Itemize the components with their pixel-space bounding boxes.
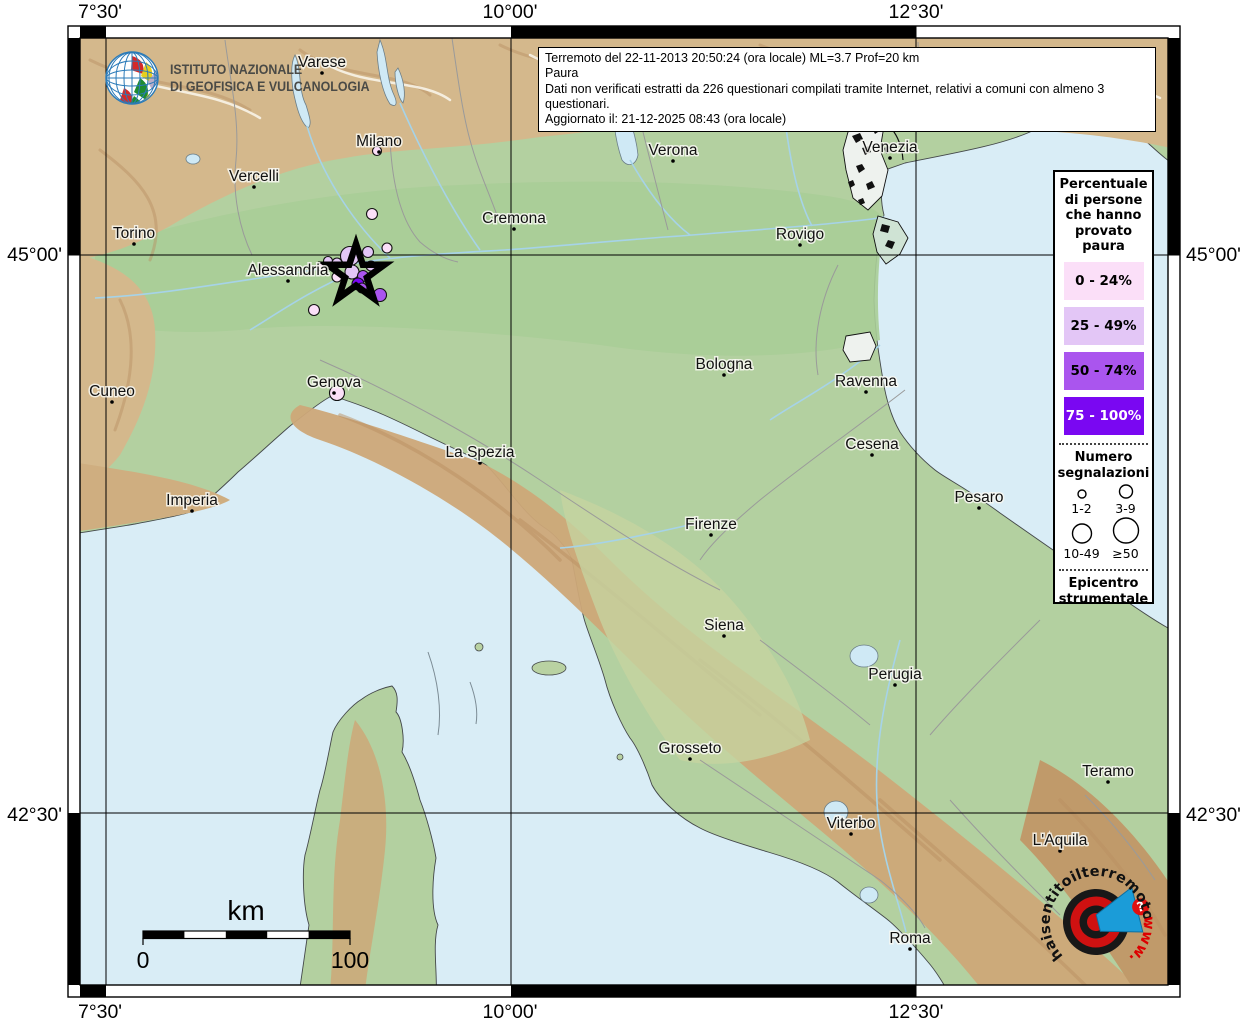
city-label: Bologna — [696, 356, 753, 373]
city-marker — [849, 832, 853, 836]
city-label: Milano — [356, 133, 402, 150]
city-marker — [722, 373, 726, 377]
left-lat-label-1: 45°00' — [2, 244, 62, 267]
legend-panel: Percentualedi personeche hannoprovatopau… — [1053, 170, 1154, 604]
legend-divider — [1059, 569, 1148, 571]
city-marker — [110, 400, 114, 404]
city-marker — [377, 150, 381, 154]
legend-fear-title: Percentualedi personeche hannoprovatopau… — [1059, 177, 1147, 255]
city-label: Siena — [704, 617, 744, 634]
city-marker — [888, 156, 892, 160]
legend-reports-title: Numerosegnalazioni — [1058, 450, 1150, 481]
right-lat-label-1: 45°00' — [1186, 244, 1241, 267]
legend-size-label: 10-49 — [1063, 546, 1099, 561]
city-marker — [286, 279, 290, 283]
city-marker — [709, 533, 713, 537]
legend-report-sizes: 1-2 3-9 10-49 ≥50 — [1060, 483, 1148, 561]
city-label: Alessandria — [248, 262, 329, 279]
city-label: La Spezia — [446, 444, 515, 461]
scale-unit-label: km — [227, 895, 264, 926]
event-data-line: Dati non verificati estratti da 226 ques… — [545, 82, 1149, 113]
legend-size-label: 3-9 — [1115, 501, 1135, 516]
city-label: Perugia — [868, 666, 922, 683]
city-label: Viterbo — [827, 815, 876, 832]
top-lon-label-3: 12°30' — [889, 1, 944, 24]
city-label: Teramo — [1082, 763, 1134, 780]
city-marker — [864, 390, 868, 394]
elba-island — [532, 661, 566, 675]
legend-size-label: 1-2 — [1071, 501, 1091, 516]
left-lat-label-2: 42°30' — [2, 804, 62, 827]
legend-divider — [1059, 443, 1148, 445]
scale-start-label: 0 — [137, 947, 150, 973]
legend-size-circle — [1113, 518, 1138, 543]
ingv-name-line2: DI GEOFISICA E VULCANOLOGIA — [170, 79, 370, 95]
fear-point — [363, 247, 374, 258]
event-title-line: Terremoto del 22-11-2013 20:50:24 (ora l… — [545, 51, 1149, 66]
city-marker — [870, 453, 874, 457]
legend-size-label: ≥50 — [1112, 546, 1138, 561]
city-label: Vercelli — [229, 168, 279, 185]
city-label: Cesena — [845, 436, 899, 453]
city-marker — [252, 185, 256, 189]
city-marker — [893, 683, 897, 687]
city-label: Cremona — [482, 210, 546, 227]
legend-class-swatch: 75 - 100% — [1064, 397, 1144, 435]
legend-epicenter-title: Epicentrostrumentale — [1059, 576, 1149, 607]
city-marker — [1058, 849, 1062, 853]
fear-point — [367, 209, 378, 220]
legend-class-swatch: 25 - 49% — [1064, 307, 1144, 345]
macroseismic-map-page: Varese Milano Verona Venezia Vercelli Cremona… — [0, 0, 1255, 1024]
legend-size-circle — [1119, 485, 1132, 498]
top-lon-label-2: 10°00' — [483, 1, 538, 24]
legend-size-circle — [1072, 524, 1091, 543]
legend-class-swatch: 50 - 74% — [1064, 352, 1144, 390]
city-marker — [908, 947, 912, 951]
city-label: Verona — [648, 142, 698, 159]
city-marker — [1106, 780, 1110, 784]
legend-class-swatch: 0 - 24% — [1064, 262, 1144, 300]
city-marker — [512, 227, 516, 231]
city-marker — [132, 242, 136, 246]
city-label: Varese — [298, 54, 346, 71]
city-marker — [332, 391, 336, 395]
city-marker — [478, 461, 482, 465]
scale-end-label: 100 — [331, 947, 369, 973]
bottom-lon-label-2: 10°00' — [483, 1001, 538, 1024]
fear-point — [382, 243, 392, 253]
city-marker — [320, 71, 324, 75]
city-label: Imperia — [166, 492, 218, 509]
top-lon-label-1: 7°30' — [78, 1, 122, 24]
city-marker — [977, 506, 981, 510]
small-island — [617, 754, 623, 760]
city-marker — [688, 757, 692, 761]
city-marker — [722, 634, 726, 638]
city-marker — [671, 159, 675, 163]
right-lat-label-2: 42°30' — [1186, 804, 1241, 827]
ingv-name-line1: ISTITUTO NAZIONALE — [170, 62, 303, 78]
event-updated-line: Aggiornato il: 21-12-2025 08:43 (ora loc… — [545, 112, 1149, 127]
city-label: Pesaro — [954, 489, 1003, 506]
map-content: Varese Milano Verona Venezia Vercelli Cremona… — [60, 30, 1180, 1000]
small-island — [475, 643, 483, 651]
city-label: Rovigo — [776, 226, 824, 243]
fear-point — [309, 305, 320, 316]
event-info-box: Terremoto del 22-11-2013 20:50:24 (ora l… — [538, 47, 1156, 132]
legend-fear-classes: 0 - 24% 25 - 49% 50 - 74% 75 - 100% — [1064, 255, 1144, 435]
bottom-lon-label-3: 12°30' — [889, 1001, 944, 1024]
city-label: Grosseto — [659, 740, 722, 757]
city-label: Cuneo — [89, 383, 135, 400]
event-effect-line: Paura — [545, 66, 1149, 81]
city-label: Ravenna — [835, 373, 897, 390]
city-label: Torino — [113, 225, 155, 242]
bottom-lon-label-1: 7°30' — [78, 1001, 122, 1024]
city-label: Roma — [889, 930, 931, 947]
city-label: Genova — [307, 374, 362, 391]
city-marker — [190, 509, 194, 513]
legend-size-circle — [1078, 490, 1086, 498]
city-label: L'Aquila — [1033, 832, 1088, 849]
city-marker — [798, 243, 802, 247]
city-label: Firenze — [685, 516, 737, 533]
city-label: Venezia — [862, 139, 918, 156]
